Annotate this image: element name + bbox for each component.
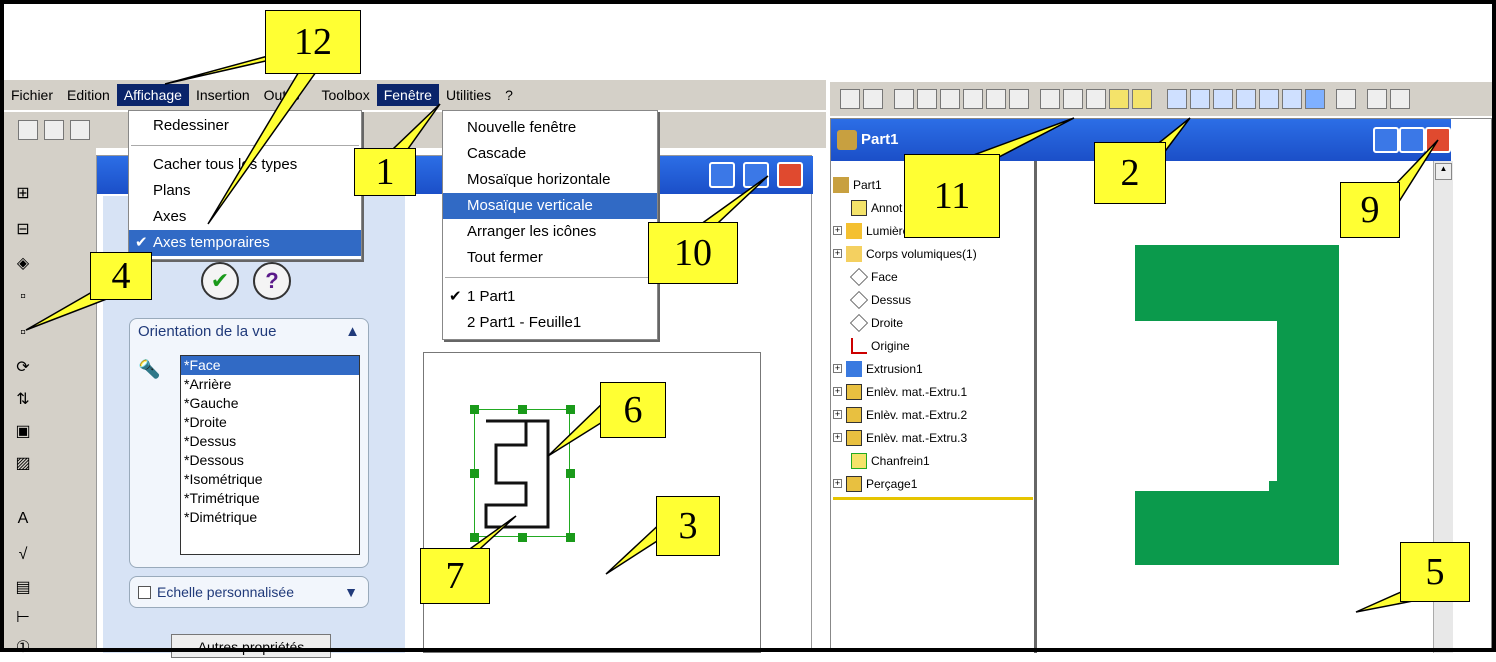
callout-3: 3 <box>656 496 720 556</box>
callout-6: 6 <box>600 382 666 438</box>
callout-9: 9 <box>1340 182 1400 238</box>
callout-2: 2 <box>1094 142 1166 204</box>
callout-12: 12 <box>265 10 361 74</box>
callout-4: 4 <box>90 252 152 300</box>
leader-lines <box>25 49 1439 613</box>
callout-7: 7 <box>420 548 490 604</box>
callout-11: 11 <box>904 154 1000 238</box>
callout-10: 10 <box>648 222 738 284</box>
callout-1: 1 <box>354 148 416 196</box>
callout-5: 5 <box>1400 542 1470 602</box>
callout-leaders <box>25 49 1439 613</box>
